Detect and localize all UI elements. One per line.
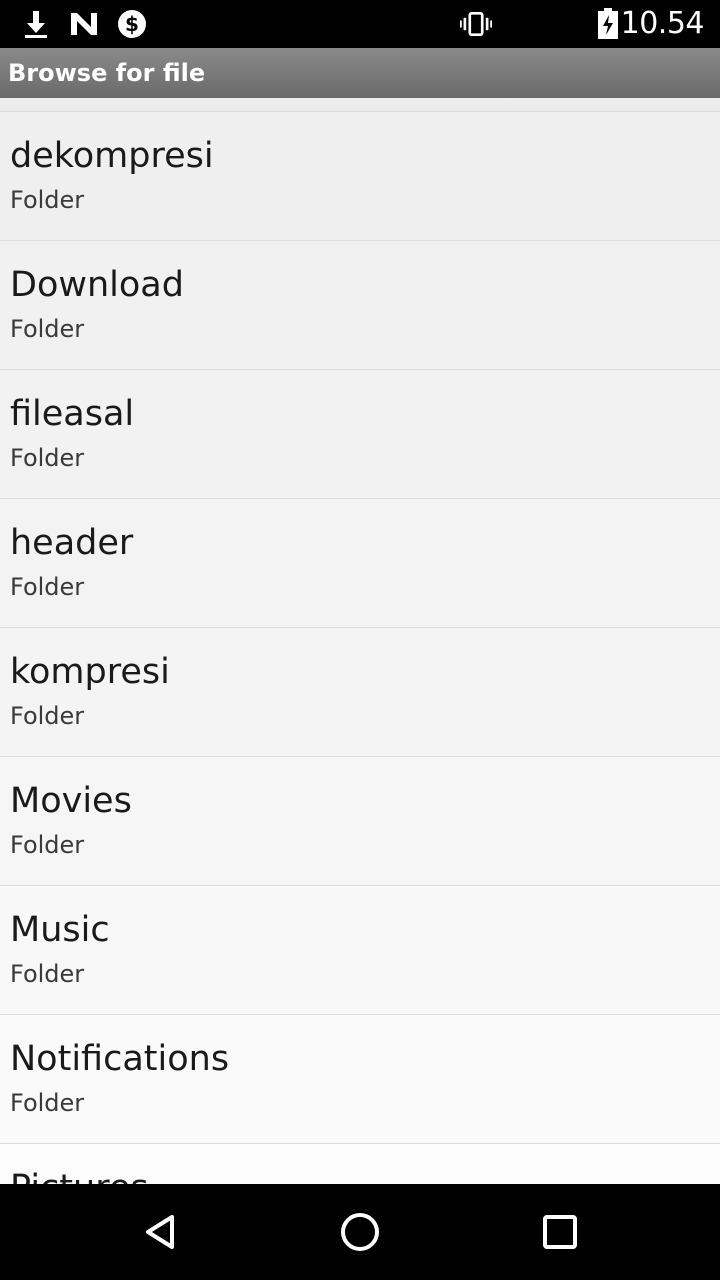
list-item[interactable]: Movies Folder [0,757,720,886]
navigation-bar [0,1184,720,1280]
recents-icon[interactable] [536,1208,584,1256]
list-item[interactable]: dekompresi Folder [0,112,720,241]
vibrate-icon [460,8,492,40]
list-item[interactable]: Pictures [0,1144,720,1184]
page-title: Browse for file [0,48,720,98]
dollar-icon: $ [116,8,148,40]
folder-name: Movies [10,781,132,821]
list-item[interactable]: fileasal Folder [0,370,720,499]
status-bar: $ 10.54 [0,0,720,48]
list-item[interactable]: Notifications Folder [0,1015,720,1144]
list-item[interactable]: kompresi Folder [0,628,720,757]
item-type: Folder [10,960,85,988]
folder-name: fileasal [10,394,135,434]
folder-name: Pictures [10,1168,149,1184]
file-list[interactable]: dekompresi Folder Download Folder fileas… [0,112,720,1184]
list-item[interactable]: Music Folder [0,886,720,1015]
battery-charging-icon [592,8,624,40]
folder-name: dekompresi [10,136,214,176]
list-item[interactable]: header Folder [0,499,720,628]
back-icon[interactable] [136,1208,184,1256]
folder-name: header [10,523,134,563]
item-type: Folder [10,831,85,859]
item-type: Folder [10,186,85,214]
folder-name: Notifications [10,1039,230,1079]
item-type: Folder [10,1089,85,1117]
home-icon[interactable] [336,1208,384,1256]
folder-name: Download [10,265,184,305]
item-type: Folder [10,573,85,601]
list-item[interactable]: Download Folder [0,241,720,370]
folder-name: Music [10,910,110,950]
app-n-icon [68,8,100,40]
item-type: Folder [10,444,85,472]
clock: 10.54 [620,6,705,41]
svg-text:$: $ [125,12,139,36]
title-divider [0,98,720,112]
download-icon [20,8,52,40]
item-type: Folder [10,702,85,730]
folder-name: kompresi [10,652,170,692]
item-type: Folder [10,315,85,343]
